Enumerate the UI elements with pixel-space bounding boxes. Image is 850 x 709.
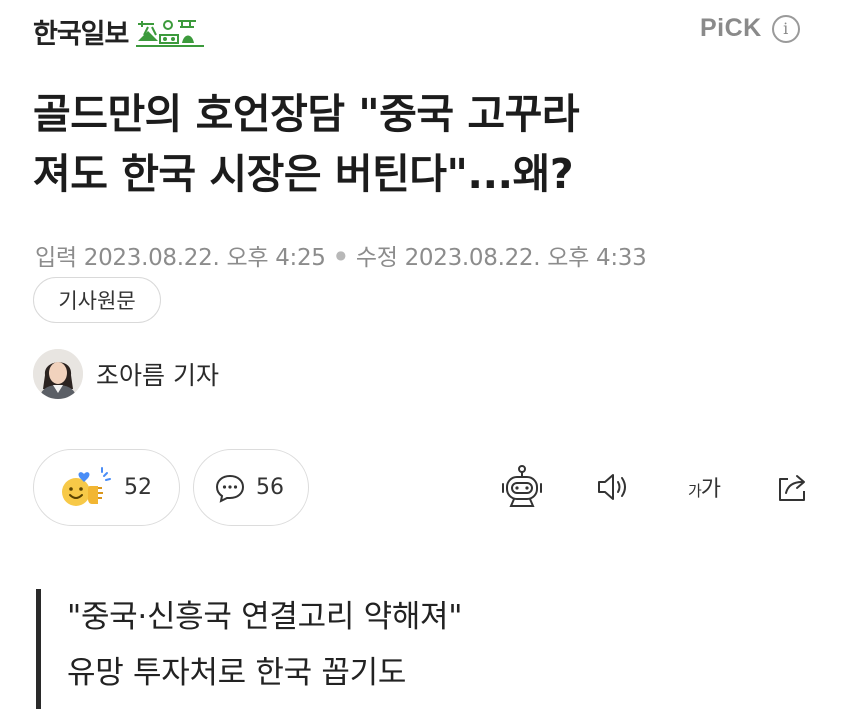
like-count: 52 <box>124 475 152 500</box>
modified-label: 수정 <box>355 245 398 271</box>
smile-like-icon <box>62 466 111 506</box>
top-bar: 한국일보 PiCK i <box>0 0 850 62</box>
hankook-ilbo-mark-icon <box>136 19 205 47</box>
subheadline-line: "중국·신흥국 연결고리 약해져" <box>67 599 463 635</box>
info-icon[interactable]: i <box>771 14 800 43</box>
font-size-small-label: 가 <box>687 482 702 500</box>
pick-badge[interactable]: PiCK i <box>700 14 800 43</box>
modified-date: 2023.08.22. 오후 4:33 <box>404 245 647 271</box>
article-title-line: 골드만의 호언장담 "중국 고꾸라 <box>33 90 580 138</box>
press-logo[interactable]: 한국일보 <box>33 12 206 51</box>
share-button[interactable] <box>768 463 816 511</box>
article-dates: 입력 2023.08.22. 오후 4:25 ● 수정 2023.08.22. … <box>35 238 647 272</box>
date-separator: ● <box>335 248 346 262</box>
reporter-photo-icon <box>33 349 83 399</box>
summary-bot-button[interactable] <box>498 463 546 511</box>
comment-button[interactable]: 56 <box>193 449 309 526</box>
speaker-icon <box>598 474 626 500</box>
comment-icon <box>215 474 245 503</box>
font-size-icon: 가가 <box>687 471 721 503</box>
font-size-large-label: 가 <box>700 477 721 502</box>
comment-count: 56 <box>256 475 284 500</box>
original-article-button[interactable]: 기사원문 <box>33 277 161 323</box>
reporter-avatar[interactable] <box>33 349 83 399</box>
published-label: 입력 <box>35 245 77 271</box>
font-size-button[interactable]: 가가 <box>676 463 732 511</box>
article-title-line: 져도 한국 시장은 버틴다"...왜? <box>33 150 574 198</box>
published-date: 2023.08.22. 오후 4:25 <box>83 245 326 271</box>
reporter-info[interactable]: 조아름 기자 <box>33 349 219 399</box>
like-reaction-button[interactable]: 52 <box>33 449 180 526</box>
article-title: 골드만의 호언장담 "중국 고꾸라 져도 한국 시장은 버틴다"...왜? <box>33 84 813 204</box>
text-to-speech-button[interactable] <box>589 463 637 511</box>
share-icon <box>779 475 805 501</box>
press-name: 한국일보 <box>33 19 129 50</box>
subheadline-line: 유망 투자처로 한국 꼽기도 <box>67 655 407 691</box>
pick-label: PiCK <box>700 14 762 42</box>
robot-summary-icon <box>502 465 542 507</box>
reporter-name[interactable]: 조아름 기자 <box>96 356 219 392</box>
article-subheadline: "중국·신흥국 연결고리 약해져" 유망 투자처로 한국 꼽기도 <box>36 589 463 709</box>
